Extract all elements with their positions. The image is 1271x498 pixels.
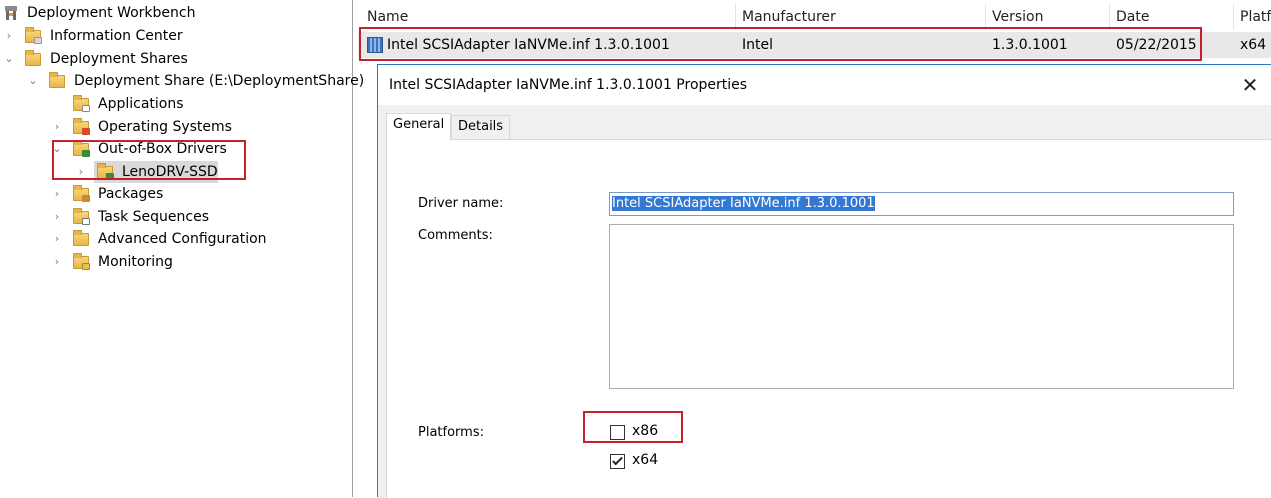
expand-arrow-icon[interactable]: ›	[51, 116, 63, 138]
driver-name-label: Driver name:	[418, 196, 504, 211]
tree-item-advanced-configuration[interactable]: › Advanced Configuration	[0, 228, 353, 250]
tree-item-label: Monitoring	[98, 254, 173, 270]
tree-item-label: Operating Systems	[98, 119, 232, 135]
x86-checkbox[interactable]	[610, 425, 625, 440]
driver-name-field[interactable]: Intel SCSIAdapter IaNVMe.inf 1.3.0.1001	[609, 192, 1234, 216]
expand-arrow-icon[interactable]: ›	[51, 251, 63, 273]
column-separator[interactable]	[1109, 4, 1110, 30]
driver-icon	[367, 37, 383, 53]
column-header-name[interactable]: Name	[367, 0, 727, 32]
folder-icon	[73, 253, 90, 270]
tab-page-general: Driver name: Intel SCSIAdapter IaNVMe.in…	[386, 139, 1271, 498]
folder-icon	[73, 185, 90, 202]
x64-checkbox-label: x64	[632, 452, 659, 468]
checkmark-icon	[612, 454, 623, 466]
x86-checkbox-label: x86	[632, 423, 659, 439]
folder-icon	[73, 140, 90, 157]
cell-platform: x64	[1240, 37, 1267, 53]
table-row[interactable]: Intel SCSIAdapter IaNVMe.inf 1.3.0.1001 …	[358, 32, 1271, 58]
comments-field[interactable]	[609, 224, 1234, 389]
cell-version: 1.3.0.1001	[992, 37, 1068, 53]
tree-item-label: Out-of-Box Drivers	[98, 141, 227, 157]
folder-icon	[97, 163, 114, 180]
folder-open-icon	[49, 72, 65, 89]
collapse-arrow-icon[interactable]: ⌄	[51, 138, 63, 160]
folder-icon	[73, 118, 90, 135]
expand-arrow-icon[interactable]: ›	[75, 161, 87, 183]
tree-item-information-center[interactable]: › Information Center	[0, 25, 353, 47]
tree-item-applications[interactable]: Applications	[0, 93, 353, 115]
folder-icon	[73, 230, 89, 247]
column-separator[interactable]	[985, 4, 986, 30]
driver-list: Name Manufacturer Version Date Platf Int…	[358, 0, 1271, 62]
folder-icon	[73, 208, 90, 225]
tree-item-label: Advanced Configuration	[98, 231, 267, 247]
tree-item-deployment-workbench[interactable]: Deployment Workbench	[0, 2, 353, 24]
tab-general[interactable]: General	[386, 113, 452, 140]
driver-name-value: Intel SCSIAdapter IaNVMe.inf 1.3.0.1001	[612, 196, 875, 211]
tree-item-task-sequences[interactable]: › Task Sequences	[0, 206, 353, 228]
collapse-arrow-icon[interactable]: ⌄	[27, 70, 39, 92]
folder-icon	[25, 50, 41, 67]
folder-icon	[73, 95, 90, 112]
expand-arrow-icon[interactable]: ›	[51, 228, 63, 250]
platforms-label: Platforms:	[418, 425, 484, 440]
cell-manufacturer: Intel	[742, 37, 773, 53]
tree-item-label: LenoDRV-SSD	[122, 164, 218, 180]
tree-item-label: Deployment Share (E:\DeploymentShare)	[74, 73, 365, 89]
collapse-arrow-icon[interactable]: ⌄	[3, 48, 15, 70]
expand-arrow-icon[interactable]: ›	[3, 25, 15, 47]
tree-item-out-of-box-drivers[interactable]: ⌄ Out-of-Box Drivers	[0, 138, 353, 160]
close-icon[interactable]: ✕	[1235, 70, 1265, 100]
cell-name: Intel SCSIAdapter IaNVMe.inf 1.3.0.1001	[387, 37, 670, 53]
tree-item-label: Information Center	[50, 28, 183, 44]
dialog-body: General Details Driver name: Intel SCSIA…	[378, 105, 1271, 498]
tree-item-operating-systems[interactable]: › Operating Systems	[0, 116, 353, 138]
column-header-platform[interactable]: Platf	[1240, 0, 1271, 32]
workbench-icon	[3, 5, 19, 21]
tree-item-label: Task Sequences	[98, 209, 210, 225]
tab-details[interactable]: Details	[451, 115, 511, 139]
tree-item-deployment-shares[interactable]: ⌄ Deployment Shares	[0, 48, 353, 70]
navigation-tree: Deployment Workbench › Information Cente…	[0, 0, 364, 497]
column-header-version[interactable]: Version	[992, 0, 1102, 32]
cell-date: 05/22/2015	[1116, 37, 1197, 53]
column-header-date[interactable]: Date	[1116, 0, 1226, 32]
x64-checkbox[interactable]	[610, 454, 625, 469]
tree-item-label: Applications	[98, 96, 184, 112]
tree-item-label: Packages	[98, 186, 164, 202]
tree-item-lenodrv-ssd[interactable]: › LenoDRV-SSD	[0, 161, 353, 183]
tree-item-label: Deployment Workbench	[27, 5, 196, 21]
column-separator[interactable]	[735, 4, 736, 30]
tree-item-monitoring[interactable]: › Monitoring	[0, 251, 353, 273]
folder-icon	[25, 27, 42, 44]
column-separator[interactable]	[1233, 4, 1234, 30]
tree-item-deployment-share[interactable]: ⌄ Deployment Share (E:\DeploymentShare)	[0, 70, 364, 92]
expand-arrow-icon[interactable]: ›	[51, 206, 63, 228]
expand-arrow-icon[interactable]: ›	[51, 183, 63, 205]
column-header-manufacturer[interactable]: Manufacturer	[742, 0, 982, 32]
comments-label: Comments:	[418, 228, 493, 243]
tree-item-packages[interactable]: › Packages	[0, 183, 353, 205]
properties-dialog: Intel SCSIAdapter IaNVMe.inf 1.3.0.1001 …	[377, 64, 1271, 498]
dialog-title: Intel SCSIAdapter IaNVMe.inf 1.3.0.1001 …	[389, 77, 748, 93]
tree-item-label: Deployment Shares	[50, 51, 188, 67]
